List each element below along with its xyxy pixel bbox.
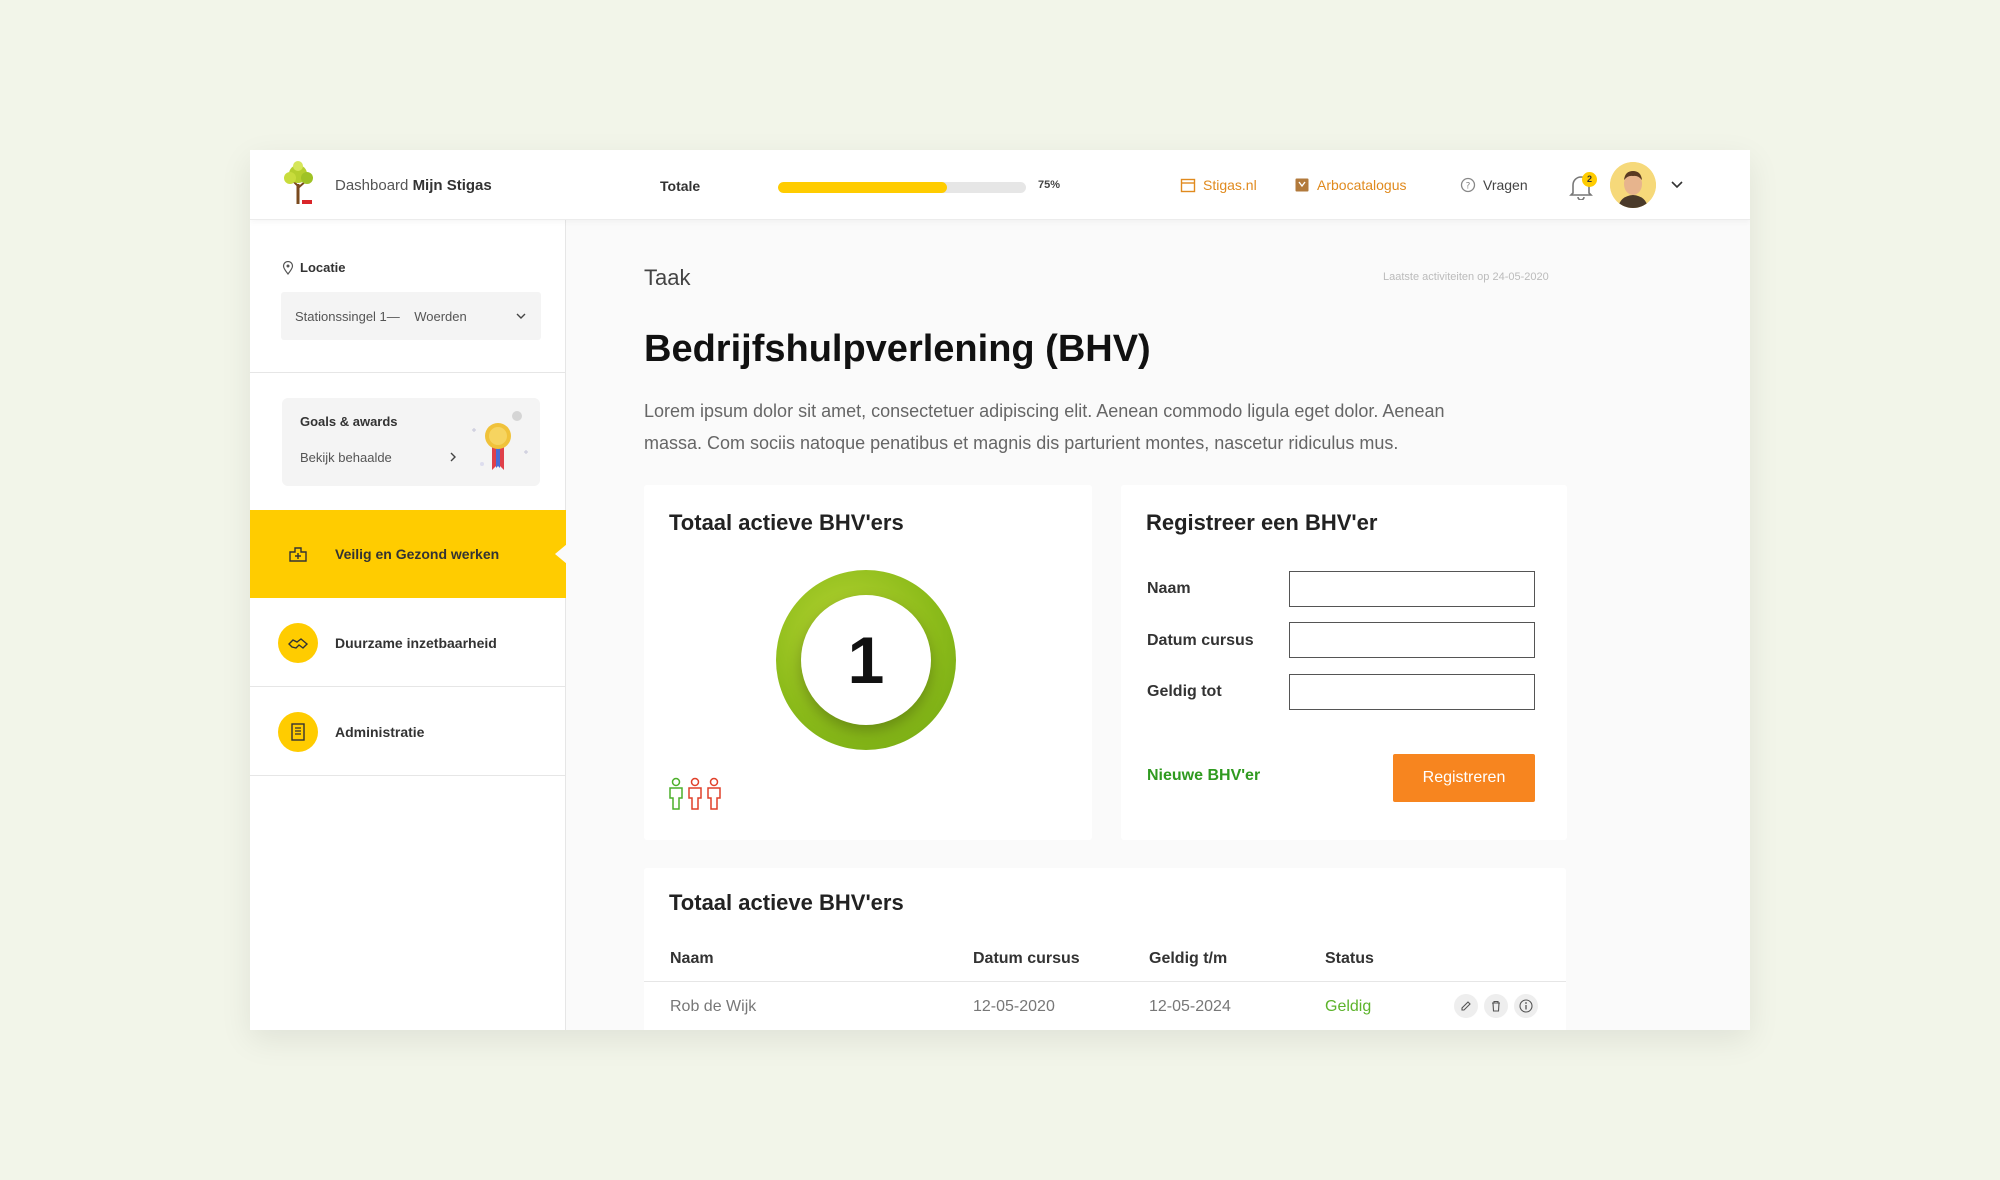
last-activity: Laatste activiteiten op 24-05-2020 — [1383, 271, 1549, 283]
register-card-title: Registreer een BHV'er — [1146, 510, 1378, 535]
location-select[interactable]: Stationssingel 1— Woerden — [281, 292, 541, 340]
stigas-link[interactable]: Stigas.nl — [1180, 177, 1257, 193]
arbocatalogus-link-label: Arbocatalogus — [1317, 177, 1407, 193]
cell-status: Geldig — [1325, 998, 1372, 1015]
arbocatalogus-link[interactable]: Arbocatalogus — [1294, 177, 1407, 193]
person-icon — [669, 777, 683, 810]
handshake-icon — [288, 638, 309, 649]
goals-awards-card[interactable]: Goals & awards Bekijk behaalde — [282, 398, 540, 486]
location-pin-icon — [282, 260, 294, 275]
stigas-logo[interactable] — [280, 160, 316, 206]
app-window: Dashboard Mijn Stigas Totale 75% Stigas.… — [250, 150, 1750, 1030]
course-date-input[interactable] — [1289, 622, 1535, 658]
vragen-link-label: Vragen — [1483, 177, 1528, 193]
page-description: Lorem ipsum dolor sit amet, consectetuer… — [644, 401, 1445, 453]
edit-icon — [1461, 1001, 1471, 1011]
trash-icon — [1492, 1000, 1500, 1012]
active-bhv-card: Totaal actieve BHV'ers 1 — [644, 485, 1092, 840]
nav-icon-wrapper — [278, 712, 318, 752]
goals-title: Goals & awards — [300, 414, 398, 429]
cell-name: Rob de Wijk — [670, 998, 757, 1015]
brand-title: Dashboard Mijn Stigas — [335, 177, 492, 194]
svg-text:?: ? — [1466, 182, 1471, 192]
safety-kit-icon — [289, 547, 307, 562]
vragen-link[interactable]: ? Vragen — [1460, 177, 1528, 193]
info-button[interactable] — [1514, 994, 1538, 1018]
medal-icon — [472, 411, 528, 470]
user-avatar[interactable] — [1610, 162, 1656, 208]
location-select-value: Stationssingel 1— Woerden — [295, 308, 467, 324]
brand-prefix: Dashboard — [335, 177, 409, 194]
sidebar-item-label: Veilig en Gezond werken — [335, 546, 500, 562]
progress-bar — [778, 182, 1026, 193]
register-button[interactable]: Registreren — [1393, 754, 1535, 802]
sidebar-item-label: Administratie — [335, 723, 425, 740]
edit-button[interactable] — [1454, 994, 1478, 1018]
info-icon — [1519, 999, 1533, 1013]
name-label: Naam — [1147, 580, 1191, 597]
register-bhv-card: Registreer een BHV'er Naam Datum cursus … — [1121, 485, 1567, 840]
bhv-count-ring: 1 — [776, 570, 956, 750]
date-label: Datum cursus — [1147, 632, 1254, 649]
chevron-down-icon[interactable] — [1670, 177, 1684, 191]
location-label: Locatie — [282, 260, 346, 275]
chevron-down-icon — [516, 313, 526, 319]
goals-link[interactable]: Bekijk behaalde — [300, 450, 392, 465]
delete-button[interactable] — [1484, 994, 1508, 1018]
active-bhv-card-title: Totaal actieve BHV'ers — [669, 510, 904, 535]
column-header-status[interactable]: Status — [1325, 950, 1374, 968]
top-header: Dashboard Mijn Stigas Totale 75% Stigas.… — [250, 150, 1750, 220]
bhv-count: 1 — [801, 595, 931, 725]
location-label-text: Locatie — [300, 260, 346, 275]
name-input[interactable] — [1289, 571, 1535, 607]
page-kicker: Taak — [644, 265, 691, 290]
column-header-geldig-tm[interactable]: Geldig t/m — [1149, 950, 1227, 968]
question-icon: ? — [1460, 177, 1476, 193]
table-divider — [644, 981, 1566, 982]
nav-icon-wrapper — [278, 623, 318, 663]
sidebar-divider — [250, 372, 566, 373]
brand-name: Mijn Stigas — [412, 177, 492, 194]
document-icon — [291, 723, 305, 741]
new-bhv-link[interactable]: Nieuwe BHV'er — [1147, 767, 1260, 785]
sidebar: Locatie Stationssingel 1— Woerden Goals … — [250, 220, 567, 1030]
nav-icon-wrapper — [278, 534, 318, 574]
notification-badge: 2 — [1582, 172, 1597, 187]
progress-fill — [778, 182, 947, 193]
chevron-right-icon — [450, 452, 456, 462]
bhv-table-card: Totaal actieve BHV'ers Naam Datum cursus… — [644, 868, 1566, 1030]
column-header-datum-cursus[interactable]: Datum cursus — [973, 950, 1080, 968]
progress-label: Totale — [660, 178, 701, 194]
page-title: Bedrijfshulpverlening (BHV) — [644, 328, 1151, 370]
book-icon — [1295, 178, 1309, 192]
sidebar-item-label: Duurzame inzetbaarheid — [335, 634, 497, 651]
person-icon — [688, 777, 702, 810]
people-indicator — [668, 777, 722, 811]
column-header-naam[interactable]: Naam — [670, 950, 714, 968]
cell-course-date: 12-05-2020 — [973, 998, 1055, 1015]
progress-percentage: 75% — [1038, 179, 1061, 191]
cell-valid-until: 12-05-2024 — [1149, 998, 1231, 1015]
valid-until-label: Geldig tot — [1147, 683, 1222, 700]
person-icon — [707, 777, 721, 810]
sidebar-item-veilig-gezond[interactable]: Veilig en Gezond werken — [250, 510, 567, 598]
calendar-icon — [1180, 178, 1196, 193]
table-title: Totaal actieve BHV'ers — [669, 890, 904, 915]
sidebar-item-duurzame-inzetbaarheid[interactable]: Duurzame inzetbaarheid — [250, 599, 566, 687]
sidebar-item-administratie[interactable]: Administratie — [250, 688, 566, 776]
valid-until-input[interactable] — [1289, 674, 1535, 710]
stigas-link-label: Stigas.nl — [1203, 177, 1257, 193]
